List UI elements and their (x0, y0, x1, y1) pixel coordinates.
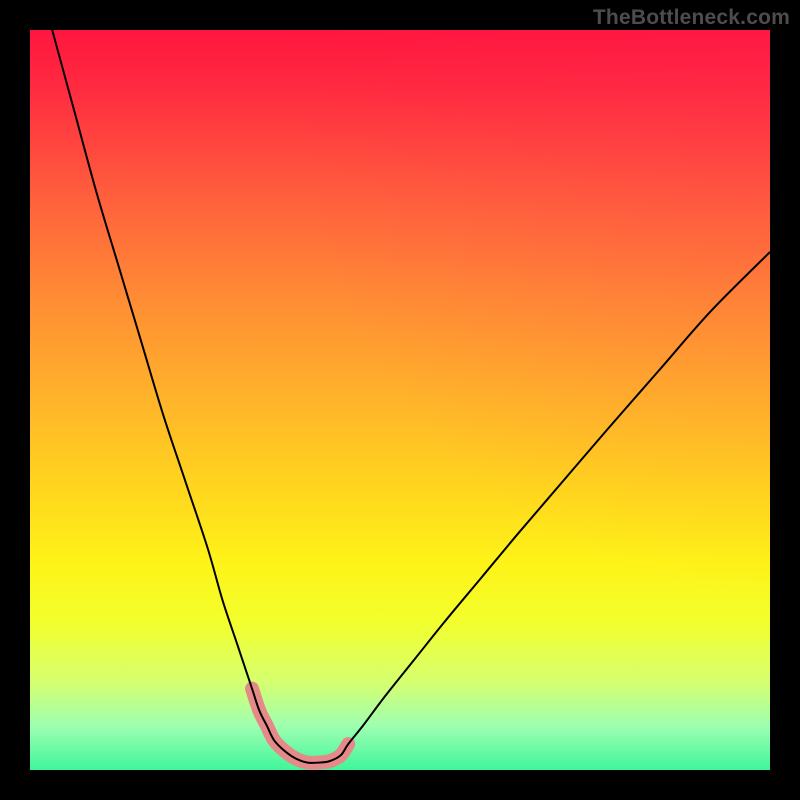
bottleneck-curve (52, 30, 770, 763)
chart-frame: TheBottleneck.com (0, 0, 800, 800)
watermark-text: TheBottleneck.com (593, 6, 790, 30)
curve-layer (30, 30, 770, 770)
plot-area (30, 30, 770, 770)
